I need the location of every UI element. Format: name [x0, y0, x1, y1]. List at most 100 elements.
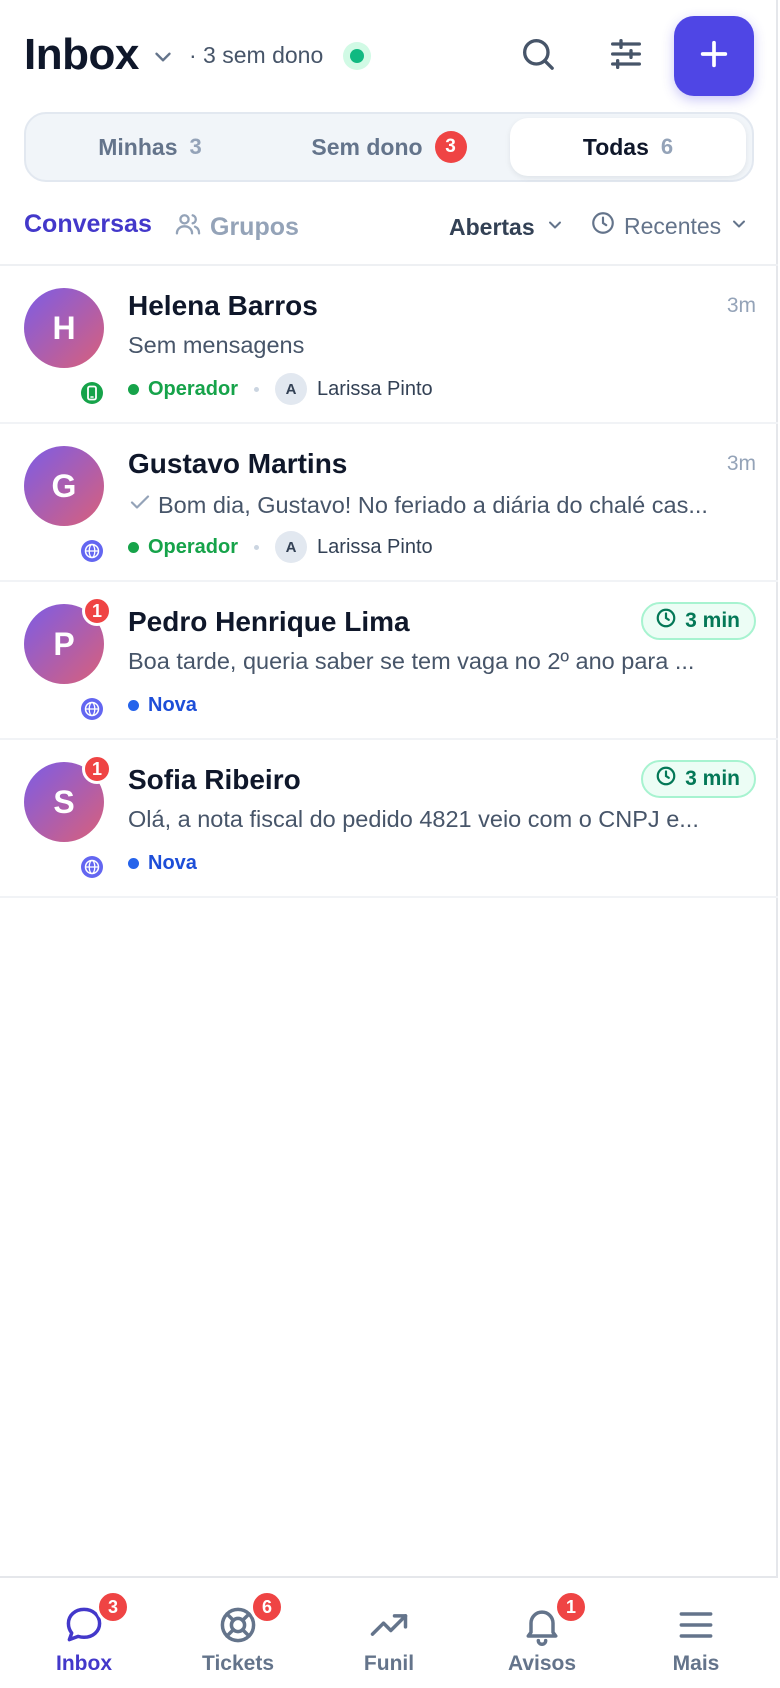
- online-status-indicator: [343, 42, 371, 70]
- trending-up-icon: [364, 1600, 414, 1650]
- chevron-down-icon: [545, 214, 565, 241]
- search-icon: [518, 34, 558, 79]
- tab-label: Todas: [582, 133, 649, 160]
- sort-label: Recentes: [624, 212, 722, 239]
- nav-label: Tickets: [202, 1652, 274, 1675]
- tab-all[interactable]: Todas 6: [510, 118, 746, 176]
- status-dot: [128, 383, 139, 395]
- message-preview-text: Olá, a nota fiscal do pedido 4821 veio c…: [128, 806, 699, 832]
- conversation-row[interactable]: G Gustavo Martins 3m Bom dia, Gustavo! N…: [0, 424, 778, 582]
- status-filter-dropdown[interactable]: Abertas: [449, 214, 565, 241]
- status-filter-label: Abertas: [449, 214, 535, 240]
- clock-icon: [655, 765, 677, 793]
- contact-name: Helena Barros: [128, 290, 318, 321]
- search-button[interactable]: [512, 30, 564, 82]
- assignment-tabs: Minhas 3 Sem dono 3 Todas 6: [24, 112, 754, 182]
- contact-avatar: H: [24, 288, 104, 368]
- status-label: Nova: [148, 693, 197, 716]
- conversation-meta: Operador A Larissa Pinto: [128, 530, 433, 564]
- nav-label: Mais: [672, 1652, 720, 1675]
- contact-avatar: G: [24, 446, 104, 526]
- chevron-down-icon: [729, 213, 749, 240]
- nav-tickets[interactable]: 6 Tickets: [160, 1578, 316, 1688]
- globe-icon: [79, 854, 105, 880]
- clock-icon: [655, 607, 677, 635]
- meta-separator: [254, 544, 260, 550]
- wait-timer-label: 3 min: [685, 767, 740, 790]
- inbox-screen: Inbox · 3 sem dono Minhas 3 Sem dono 3 T…: [0, 0, 778, 1688]
- status-label: Operador: [148, 535, 239, 558]
- tab-label: Sem dono: [311, 133, 423, 160]
- unowned-summary: · 3 sem dono: [189, 42, 324, 68]
- message-preview: Bom dia, Gustavo! No feriado a diária do…: [128, 490, 756, 520]
- contact-name: Gustavo Martins: [128, 448, 348, 479]
- status-label: Operador: [148, 377, 239, 400]
- message-preview-text: Sem mensagens: [128, 332, 305, 358]
- message-preview-text: Boa tarde, queria saber se tem vaga no 2…: [128, 648, 695, 674]
- list-toolbar: Conversas Grupos Abertas Recentes: [0, 196, 778, 266]
- conversation-list: H Helena Barros 3m Sem mensagens Operado…: [0, 266, 778, 898]
- message-preview: Sem mensagens: [128, 332, 756, 359]
- last-activity-time: 3m: [726, 452, 756, 475]
- nav-funnel[interactable]: Funil: [311, 1578, 467, 1688]
- last-activity-time: 3m: [726, 294, 756, 317]
- menu-icon: [671, 1600, 721, 1650]
- contact-name: Sofia Ribeiro: [128, 764, 301, 795]
- conversations-toggle[interactable]: Conversas: [24, 210, 152, 239]
- nav-badge: 6: [250, 1590, 284, 1624]
- tab-count: 3: [189, 134, 202, 159]
- conversation-row[interactable]: H Helena Barros 3m Sem mensagens Operado…: [0, 266, 778, 424]
- header: Inbox · 3 sem dono: [0, 0, 778, 110]
- agent-name: Larissa Pinto: [317, 535, 433, 558]
- bottom-navigation: 3 Inbox 6 Tickets Funil 1 Avisos Mais: [0, 1576, 778, 1688]
- tab-count-badge: 3: [434, 131, 467, 163]
- nav-label: Inbox: [56, 1652, 112, 1675]
- unread-badge: 1: [82, 596, 112, 626]
- nav-badge: 1: [554, 1590, 588, 1624]
- inbox-switcher-chevron-icon[interactable]: [150, 44, 176, 70]
- globe-icon: [79, 696, 105, 722]
- page-title: Inbox: [24, 30, 139, 79]
- sliders-icon: [606, 34, 646, 79]
- unread-badge: 1: [82, 754, 112, 784]
- meta-separator: [254, 386, 260, 392]
- clock-icon: [590, 210, 616, 242]
- conversation-meta: Nova: [128, 688, 197, 722]
- status-dot: [128, 857, 139, 869]
- nav-notices[interactable]: 1 Avisos: [464, 1578, 620, 1688]
- filters-button[interactable]: [600, 30, 652, 82]
- conversation-meta: Nova: [128, 846, 197, 880]
- wait-timer-label: 3 min: [685, 609, 740, 632]
- wait-timer-badge: 3 min: [641, 602, 756, 640]
- contact-name: Pedro Henrique Lima: [128, 606, 410, 637]
- agent-avatar: A: [275, 373, 308, 405]
- nav-inbox[interactable]: 3 Inbox: [6, 1578, 162, 1688]
- conversation-row[interactable]: P 1 Pedro Henrique Lima 3 min Boa tarde,…: [0, 582, 778, 740]
- conversation-meta: Operador A Larissa Pinto: [128, 372, 433, 406]
- message-preview-text: Bom dia, Gustavo! No feriado a diária do…: [158, 491, 708, 518]
- message-preview: Olá, a nota fiscal do pedido 4821 veio c…: [128, 806, 756, 833]
- users-icon: [174, 210, 202, 245]
- nav-label: Avisos: [507, 1652, 577, 1675]
- agent-name: Larissa Pinto: [317, 377, 433, 400]
- tab-mine[interactable]: Minhas 3: [32, 118, 268, 176]
- new-conversation-button[interactable]: [674, 16, 754, 96]
- plus-icon: [697, 37, 731, 76]
- sort-dropdown[interactable]: Recentes: [590, 210, 749, 242]
- tab-label: Minhas: [98, 133, 178, 160]
- read-check-icon: [128, 490, 152, 520]
- whatsapp-icon: [79, 380, 105, 406]
- groups-toggle[interactable]: Grupos: [174, 210, 299, 245]
- tab-count: 6: [660, 134, 674, 159]
- status-label: Nova: [148, 851, 197, 874]
- message-preview: Boa tarde, queria saber se tem vaga no 2…: [128, 648, 756, 675]
- nav-label: Funil: [363, 1652, 415, 1675]
- nav-more[interactable]: Mais: [618, 1578, 774, 1688]
- conversation-row[interactable]: S 1 Sofia Ribeiro 3 min Olá, a nota fisc…: [0, 740, 778, 898]
- globe-icon: [79, 538, 105, 564]
- groups-label: Grupos: [210, 213, 299, 241]
- agent-avatar: A: [275, 531, 308, 563]
- status-dot: [128, 699, 139, 711]
- wait-timer-badge: 3 min: [641, 760, 756, 798]
- tab-unowned[interactable]: Sem dono 3: [271, 118, 507, 176]
